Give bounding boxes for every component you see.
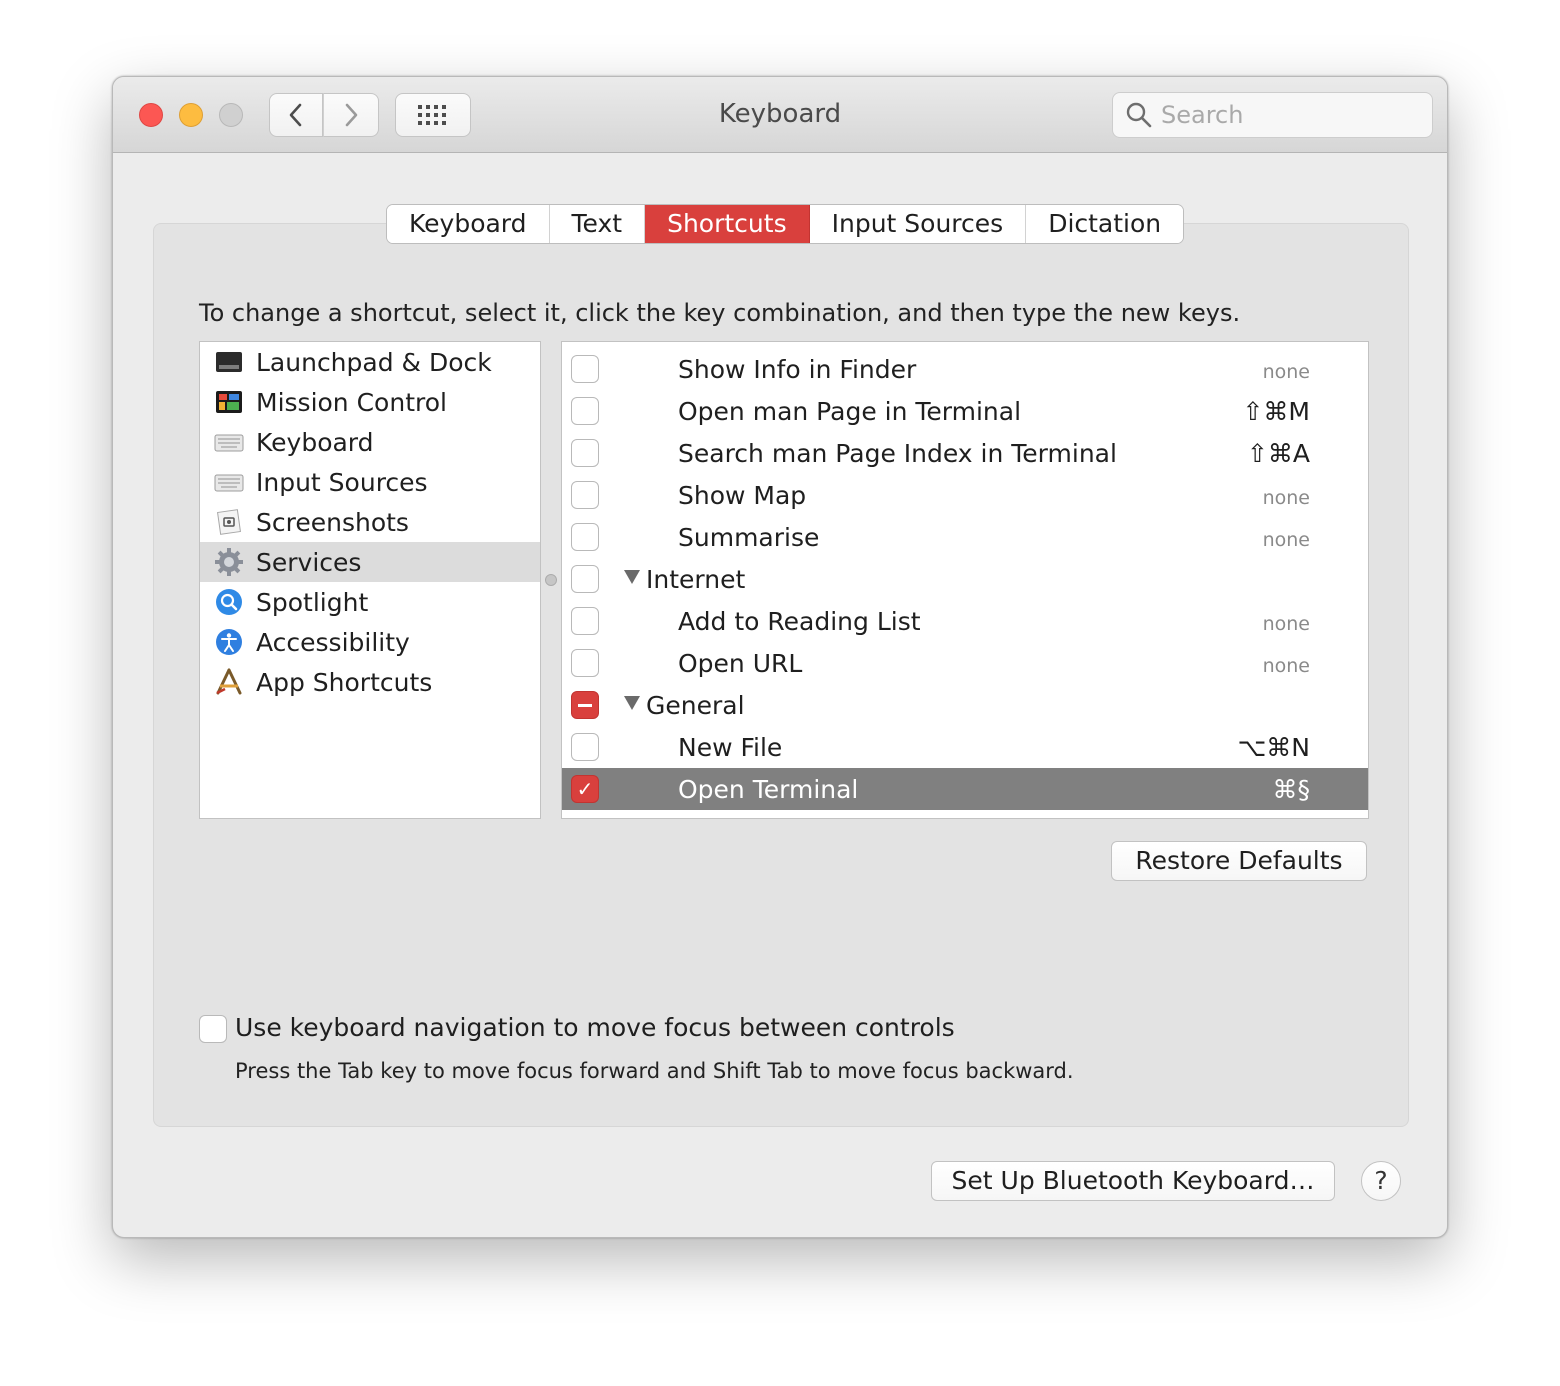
shortcut-checkbox[interactable] bbox=[571, 355, 599, 383]
shortcut-name: Open Terminal bbox=[678, 775, 859, 804]
tab-keyboard[interactable]: Keyboard bbox=[387, 205, 550, 243]
spotlight-icon bbox=[216, 589, 242, 615]
disclosure-triangle-icon[interactable] bbox=[624, 696, 640, 710]
group-checkbox[interactable] bbox=[571, 565, 599, 593]
shortcut-row[interactable]: Show Map none bbox=[562, 474, 1368, 516]
category-accessibility[interactable]: Accessibility bbox=[200, 622, 540, 662]
category-list[interactable]: Launchpad & Dock Mission Control Keyboar… bbox=[199, 341, 541, 819]
shortcut-checkbox[interactable] bbox=[571, 481, 599, 509]
category-label: App Shortcuts bbox=[256, 667, 433, 697]
shortcut-name: Show Map bbox=[678, 481, 807, 510]
shortcut-group-row[interactable]: General bbox=[562, 684, 1368, 726]
accessibility-icon bbox=[216, 629, 242, 655]
shortcut-name: Summarise bbox=[678, 523, 820, 552]
screenshots-icon bbox=[217, 509, 241, 535]
category-label: Spotlight bbox=[256, 587, 369, 617]
mission-control-icon bbox=[216, 391, 242, 413]
shortcut-checkbox[interactable] bbox=[571, 397, 599, 425]
category-mission-control[interactable]: Mission Control bbox=[200, 382, 540, 422]
category-label: Launchpad & Dock bbox=[256, 347, 492, 377]
category-label: Input Sources bbox=[256, 467, 428, 497]
shortcut-row[interactable]: Search man Page Index in Terminal ⇧⌘A bbox=[562, 432, 1368, 474]
shortcut-name: Search man Page Index in Terminal bbox=[678, 439, 1117, 468]
shortcut-keys[interactable]: none bbox=[1263, 613, 1310, 635]
search-icon bbox=[1126, 102, 1152, 128]
shortcut-row[interactable]: Open man Page in Terminal ⇧⌘M bbox=[562, 390, 1368, 432]
shortcut-keys[interactable]: none bbox=[1263, 487, 1310, 509]
shortcut-row[interactable]: New File ⌥⌘N bbox=[562, 726, 1368, 768]
restore-defaults-button[interactable]: Restore Defaults bbox=[1111, 841, 1367, 881]
shortcut-row-selected[interactable]: ✓ Open Terminal ⌘§ bbox=[562, 768, 1368, 810]
search-input[interactable] bbox=[1161, 101, 1421, 129]
launchpad-dock-icon bbox=[216, 352, 242, 372]
category-services[interactable]: Services bbox=[200, 542, 540, 582]
preferences-window: Keyboard Keyboard Text Shortcuts Input S… bbox=[112, 76, 1448, 1238]
category-app-shortcuts[interactable]: App Shortcuts bbox=[200, 662, 540, 702]
shortcut-name: Open URL bbox=[678, 649, 803, 678]
shortcut-name: Open man Page in Terminal bbox=[678, 397, 1022, 426]
category-label: Accessibility bbox=[256, 627, 410, 657]
shortcut-row[interactable]: Open URL none bbox=[562, 642, 1368, 684]
shortcut-checkbox[interactable] bbox=[571, 649, 599, 677]
shortcut-row[interactable]: Add to Reading List none bbox=[562, 600, 1368, 642]
shortcut-keys[interactable]: ⌥⌘N bbox=[1237, 733, 1310, 762]
tab-dictation[interactable]: Dictation bbox=[1026, 205, 1184, 243]
shortcut-keys[interactable]: ⌘§ bbox=[1273, 775, 1311, 804]
keyboard-navigation-checkbox[interactable] bbox=[199, 1015, 227, 1043]
keyboard-navigation-label[interactable]: Use keyboard navigation to move focus be… bbox=[235, 1013, 955, 1042]
shortcut-group-row[interactable]: Internet bbox=[562, 558, 1368, 600]
shortcut-list[interactable]: Show Info in Finder none Open man Page i… bbox=[561, 341, 1369, 819]
category-keyboard[interactable]: Keyboard bbox=[200, 422, 540, 462]
shortcut-keys[interactable]: ⇧⌘A bbox=[1247, 439, 1310, 468]
keyboard-icon bbox=[214, 434, 244, 452]
help-button[interactable]: ? bbox=[1361, 1161, 1401, 1201]
shortcut-checkbox[interactable] bbox=[571, 523, 599, 551]
category-label: Screenshots bbox=[256, 507, 409, 537]
category-screenshots[interactable]: Screenshots bbox=[200, 502, 540, 542]
tab-text[interactable]: Text bbox=[549, 205, 646, 243]
shortcut-keys[interactable]: none bbox=[1263, 529, 1310, 551]
category-label: Keyboard bbox=[256, 427, 374, 457]
shortcut-checkbox[interactable] bbox=[571, 733, 599, 761]
tab-shortcuts[interactable]: Shortcuts bbox=[645, 205, 810, 243]
shortcut-row[interactable]: Summarise none bbox=[562, 516, 1368, 558]
shortcut-checkbox[interactable] bbox=[571, 439, 599, 467]
bluetooth-keyboard-button[interactable]: Set Up Bluetooth Keyboard… bbox=[931, 1161, 1335, 1201]
shortcut-name: Show Info in Finder bbox=[678, 355, 917, 384]
shortcut-row[interactable]: Show Info in Finder none bbox=[562, 348, 1368, 390]
shortcut-keys[interactable]: none bbox=[1263, 361, 1310, 383]
disclosure-triangle-icon[interactable] bbox=[624, 570, 640, 584]
group-name: General bbox=[646, 691, 745, 720]
gear-icon bbox=[215, 548, 243, 576]
category-label: Services bbox=[256, 547, 362, 577]
shortcut-name: New File bbox=[678, 733, 783, 762]
title-bar: Keyboard bbox=[113, 77, 1447, 153]
tab-input-sources[interactable]: Input Sources bbox=[809, 205, 1027, 243]
instruction-text: To change a shortcut, select it, click t… bbox=[199, 299, 1241, 327]
shortcut-keys[interactable]: ⇧⌘M bbox=[1242, 397, 1310, 426]
category-launchpad-dock[interactable]: Launchpad & Dock bbox=[200, 342, 540, 382]
checkmark-icon[interactable]: ✓ bbox=[571, 775, 599, 803]
app-shortcuts-icon bbox=[216, 668, 242, 695]
category-spotlight[interactable]: Spotlight bbox=[200, 582, 540, 622]
shortcut-keys[interactable]: none bbox=[1263, 655, 1310, 677]
category-input-sources[interactable]: Input Sources bbox=[200, 462, 540, 502]
search-field[interactable] bbox=[1112, 92, 1433, 138]
keyboard-navigation-description: Press the Tab key to move focus forward … bbox=[235, 1059, 1074, 1083]
shortcut-checkbox[interactable] bbox=[571, 607, 599, 635]
tab-bar: Keyboard Text Shortcuts Input Sources Di… bbox=[386, 204, 1185, 244]
input-sources-icon bbox=[214, 474, 244, 492]
group-checkbox-mixed[interactable] bbox=[571, 691, 599, 719]
group-name: Internet bbox=[646, 565, 746, 594]
shortcut-name: Add to Reading List bbox=[678, 607, 921, 636]
split-view-handle[interactable] bbox=[545, 574, 557, 586]
category-label: Mission Control bbox=[256, 387, 447, 417]
